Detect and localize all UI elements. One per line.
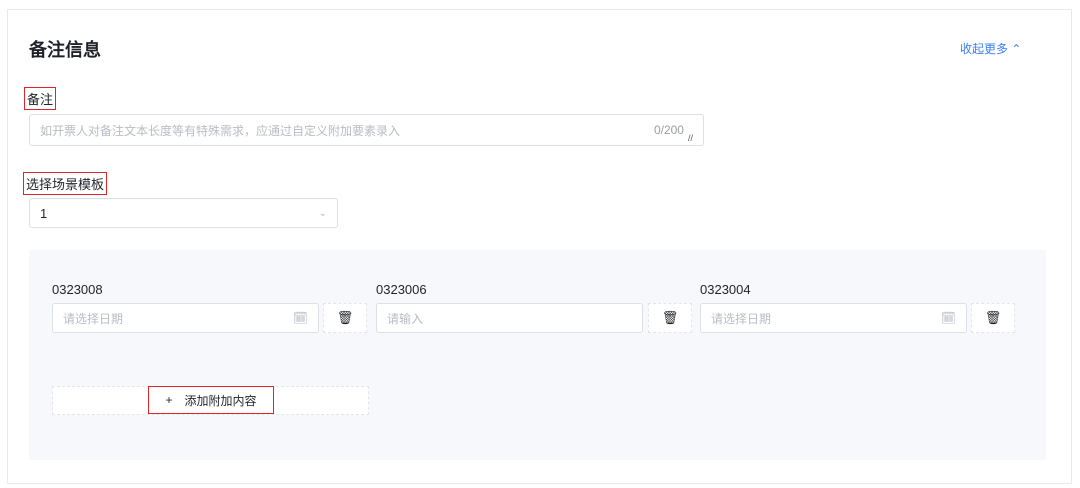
date-input[interactable]: 请选择日期 🗓 — [52, 303, 319, 333]
remark-counter: 0/200 — [653, 123, 684, 137]
delete-field-button[interactable]: 🗑 — [648, 303, 692, 333]
remark-placeholder: 如开票人对备注文本长度等有特殊需求，应通过自定义附加要素录入 — [40, 123, 401, 138]
add-content-label: 添加附加内容 — [184, 393, 257, 408]
field-label: 0323006 — [376, 282, 427, 297]
delete-field-button[interactable]: 🗑 — [971, 303, 1015, 333]
scene-template-select[interactable]: 1 ⌄ — [29, 198, 338, 228]
calendar-icon: 🗓 — [292, 311, 308, 325]
trash-icon: 🗑 — [984, 310, 1002, 325]
calendar-icon: 🗓 — [940, 311, 956, 325]
section-title: 备注信息 — [29, 40, 101, 60]
scene-template-label: 选择场景模板 — [23, 172, 108, 195]
resize-handle-icon[interactable]: // — [688, 133, 693, 143]
chevron-down-icon: ⌄ — [318, 207, 327, 219]
collapse-more-link[interactable]: 收起更多 ⌃ — [960, 40, 1021, 57]
collapse-label: 收起更多 — [960, 42, 1009, 56]
field-label: 0323004 — [700, 282, 751, 297]
trash-icon: 🗑 — [661, 310, 679, 325]
field-label: 0323008 — [52, 282, 103, 297]
add-content-label-box[interactable]: + 添加附加内容 — [148, 386, 274, 414]
remark-textarea[interactable]: 如开票人对备注文本长度等有特殊需求，应通过自定义附加要素录入 0/200 // — [29, 114, 704, 146]
text-input[interactable]: 请输入 — [376, 303, 643, 333]
date-placeholder: 请选择日期 — [63, 311, 124, 326]
date-input[interactable]: 请选择日期 🗓 — [700, 303, 967, 333]
chevron-up-icon: ⌃ — [1011, 42, 1022, 56]
text-placeholder: 请输入 — [387, 311, 424, 326]
date-placeholder: 请选择日期 — [711, 311, 772, 326]
additional-content-panel — [29, 250, 1046, 460]
remark-label: 备注 — [24, 87, 57, 110]
plus-icon: + — [165, 393, 173, 407]
delete-field-button[interactable]: 🗑 — [323, 303, 367, 333]
scene-template-value: 1 — [40, 205, 48, 221]
trash-icon: 🗑 — [336, 310, 354, 325]
